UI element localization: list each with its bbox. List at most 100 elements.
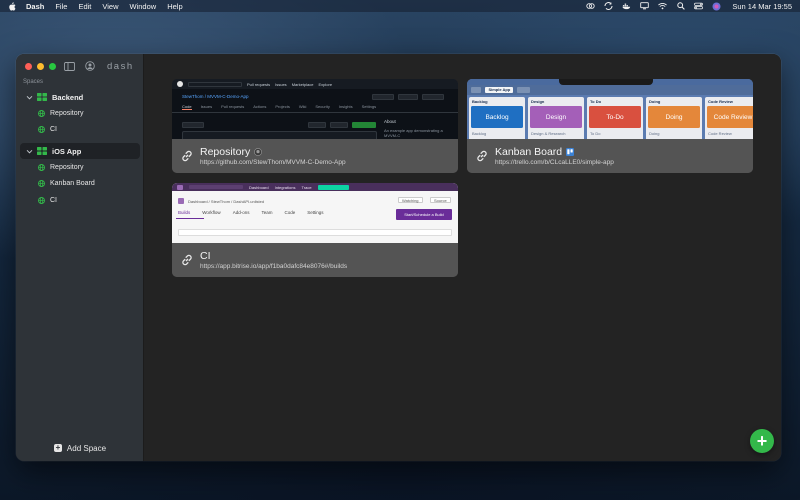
link-card-url: https://app.bitrise.io/app/f1ba0dafc84e8… [200, 263, 348, 270]
preview-card-cover: To-Do [589, 106, 641, 128]
trello-page-preview: Simple App Backlog Backlog Backlog Desig… [467, 79, 753, 139]
preview-tab: Actions [253, 104, 267, 109]
chevron-down-icon[interactable] [26, 94, 33, 101]
account-icon[interactable] [84, 60, 96, 72]
preview-start-build-button: Start/Schedule a Build [396, 209, 452, 220]
preview-nav-item: Marketplace [291, 81, 314, 87]
preview-file-list [182, 131, 377, 139]
preview-repo-name: StewThom / MVVM-C-Demo-App [182, 94, 249, 99]
sidebar-link-label: Kanban Board [50, 180, 95, 188]
siri-icon[interactable] [712, 2, 721, 10]
preview-tab: Code [182, 104, 192, 110]
chevron-down-icon[interactable] [26, 148, 33, 155]
control-center-icon[interactable] [694, 2, 704, 10]
preview-tab: Code [284, 210, 296, 215]
wifi-icon[interactable] [658, 2, 668, 10]
bitrise-page-preview: Dashboard Integrations Trace Dashboard /… [172, 183, 458, 243]
add-space-button[interactable]: + Add Space [16, 441, 144, 455]
preview-about-text: An example app demonstrating a MVVM-C [384, 128, 443, 138]
preview-card-label: Backlog [485, 113, 509, 121]
sidebar-link-backend-ci[interactable]: CI [16, 122, 144, 139]
preview-nav-item: Trace [301, 184, 312, 190]
preview-nav-item: Explore [318, 81, 333, 87]
preview-filter-bar [178, 229, 452, 236]
preview-nav-item: Dashboard [249, 184, 269, 190]
links-grid: Pull requests Issues Marketplace Explore… [144, 54, 781, 461]
add-link-button[interactable]: + [750, 429, 774, 453]
app-avatar-icon [178, 198, 184, 204]
plus-icon: + [53, 443, 62, 452]
link-card-title: CI [200, 250, 211, 262]
link-card-url: https://github.com/StewThom/MVVM-C-Demo-… [200, 159, 346, 166]
github-page-preview: Pull requests Issues Marketplace Explore… [172, 79, 458, 139]
sidebar-link-ios-kanban-board[interactable]: Kanban Board [16, 176, 144, 193]
display-icon[interactable] [640, 2, 650, 10]
apple-icon[interactable] [8, 1, 16, 11]
sidebar-link-ios-ci[interactable]: CI [16, 192, 144, 209]
preview-search [189, 185, 243, 189]
globe-icon [38, 126, 45, 134]
menu-window[interactable]: Window [130, 2, 157, 11]
window-controls [25, 63, 56, 70]
preview-list-name: Code Review [708, 98, 733, 104]
globe-icon [38, 109, 45, 117]
preview-repo-tabs: Code Issues Pull requests Actions Projec… [182, 104, 376, 110]
preview-card-cover: Design [530, 106, 582, 128]
sidebar: dash Spaces Backend Repository CI iOS Ap… [16, 54, 144, 461]
sidebar-link-label: Repository [50, 109, 84, 117]
link-card-repository[interactable]: Pull requests Issues Marketplace Explore… [172, 79, 458, 173]
preview-tab: Issues [200, 104, 213, 109]
link-icon [475, 149, 489, 163]
menu-view[interactable]: View [102, 2, 118, 11]
preview-card-label: Doing [665, 113, 683, 121]
preview-tab: Wiki [298, 104, 307, 109]
preview-card-sub: Design & Research [531, 131, 566, 136]
link-card-title: Repository [200, 146, 251, 158]
link-card-footer: Kanban Board https://trello.com/b/CLcaLL… [467, 139, 753, 173]
link-card-kanban-board[interactable]: Simple App Backlog Backlog Backlog Desig… [467, 79, 753, 173]
menu-help[interactable]: Help [167, 2, 182, 11]
preview-breadcrumb: Dashboard / StewThom / DashAPI.unlisted [178, 198, 264, 204]
zoom-window-button[interactable] [49, 63, 56, 70]
preview-source-button: Source [430, 197, 451, 203]
space-name: Backend [52, 92, 84, 102]
link-preview-thumbnail: Dashboard Integrations Trace Dashboard /… [172, 183, 458, 243]
preview-pill [471, 87, 482, 93]
preview-about-title: About [384, 119, 396, 124]
spotlight-search-icon[interactable] [676, 2, 685, 10]
docker-icon[interactable] [622, 2, 631, 10]
menubar-clock[interactable]: Sun 14 Mar 19:55 [732, 2, 792, 11]
space-ios-app[interactable]: iOS App [20, 143, 140, 159]
preview-card-label: Design [545, 113, 567, 121]
preview-list: Design Design Design & Research [528, 97, 584, 139]
preview-card-sub: Backlog [472, 131, 487, 136]
creative-cloud-icon[interactable] [586, 2, 596, 10]
sidebar-link-ios-repository[interactable]: Repository [16, 159, 144, 176]
preview-card-sub: To Do [590, 131, 601, 136]
preview-list: Backlog Backlog Backlog [469, 97, 525, 139]
link-card-footer: CI https://app.bitrise.io/app/f1ba0dafc8… [172, 243, 458, 277]
link-card-title: Kanban Board [495, 146, 563, 158]
sidebar-toggle-icon[interactable] [63, 60, 75, 72]
preview-button [308, 122, 326, 128]
minimize-window-button[interactable] [37, 63, 44, 70]
preview-crumb-text: Dashboard / StewThom / DashAPI.unlisted [188, 198, 265, 204]
close-window-button[interactable] [25, 63, 32, 70]
menu-edit[interactable]: Edit [78, 2, 91, 11]
sidebar-link-label: CI [50, 196, 57, 204]
github-logo-icon [177, 81, 183, 87]
menu-app-name[interactable]: Dash [26, 2, 44, 11]
link-card-ci[interactable]: Dashboard Integrations Trace Dashboard /… [172, 183, 458, 277]
link-preview-thumbnail: Pull requests Issues Marketplace Explore… [172, 79, 458, 139]
preview-card-cover: Backlog [471, 106, 523, 128]
space-backend[interactable]: Backend [20, 89, 140, 105]
sidebar-link-backend-repository[interactable]: Repository [16, 105, 144, 122]
preview-tab: Builds [178, 210, 191, 215]
link-icon [180, 253, 194, 267]
sync-icon[interactable] [604, 2, 613, 10]
preview-tab: Team [261, 210, 273, 215]
sidebar-toolbar: dash [63, 60, 134, 72]
plus-icon: + [756, 431, 768, 451]
menu-file[interactable]: File [55, 2, 67, 11]
preview-pill [517, 87, 530, 93]
